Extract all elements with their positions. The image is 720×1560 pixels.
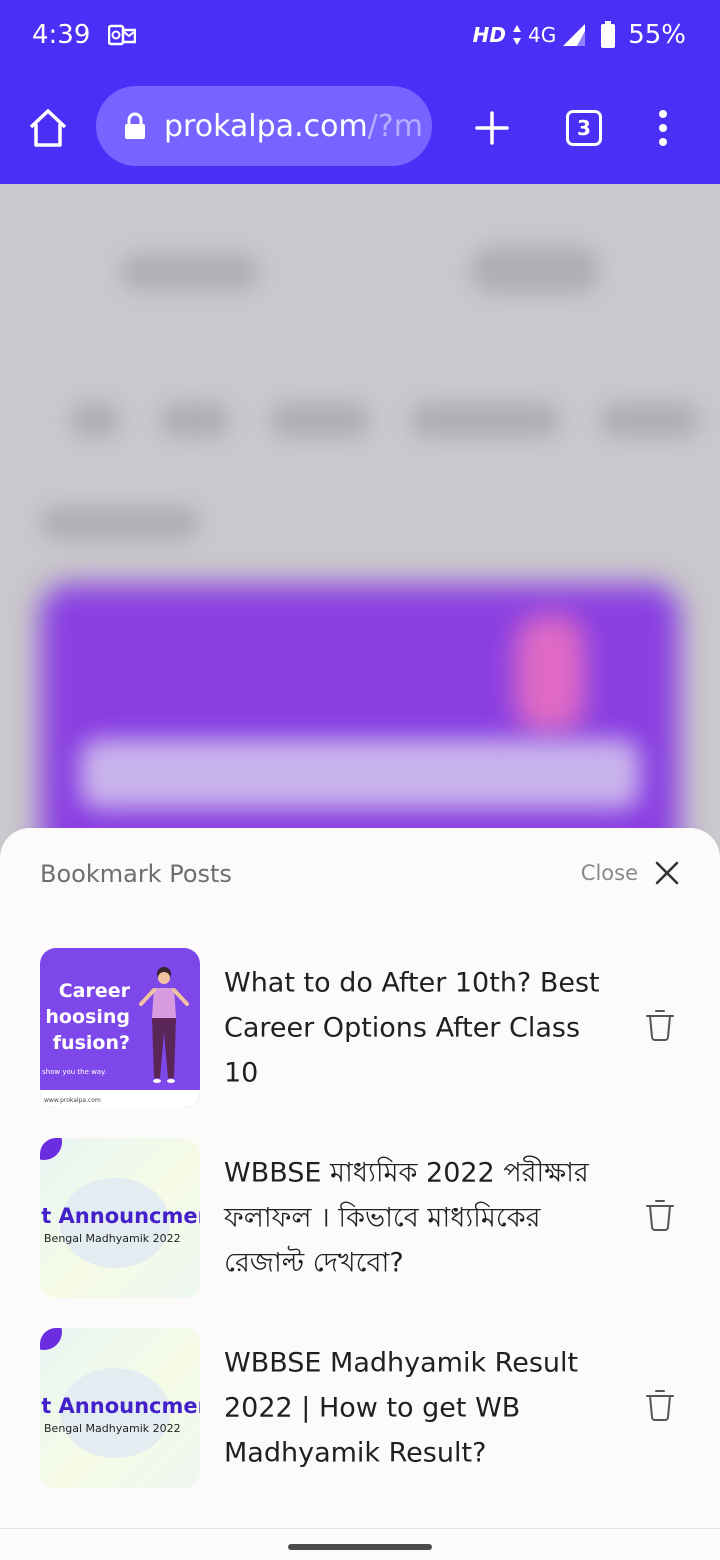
blurred-nav-item [160, 402, 230, 438]
tab-count: 3 [577, 116, 591, 140]
thumb-corner-shape [40, 1138, 62, 1160]
bookmark-thumbnail: lt Announcmer Bengal Madhyamik 2022 [40, 1328, 200, 1488]
blurred-card-strip [80, 739, 640, 809]
url-path: /?m [367, 108, 423, 144]
blurred-page-background [0, 184, 720, 884]
browser-toolbar: prokalpa.com/?m 3 [0, 72, 720, 184]
close-label: Close [580, 861, 638, 885]
trash-icon[interactable] [645, 1198, 675, 1232]
sheet-divider [0, 1528, 720, 1529]
bookmark-title[interactable]: WBBSE Madhyamik Result 2022 | How to get… [224, 1341, 614, 1476]
bookmark-item[interactable]: Career hoosing fusion? show you the way.… [40, 948, 680, 1108]
trash-icon[interactable] [645, 1008, 675, 1042]
thumb-subtext: Bengal Madhyamik 2022 [44, 1232, 181, 1245]
close-icon [655, 861, 679, 885]
bookmark-thumbnail: lt Announcmer Bengal Madhyamik 2022 [40, 1138, 200, 1298]
thumb-headline: Career hoosing fusion? [45, 980, 130, 1054]
woman-illustration [139, 967, 189, 1083]
thumb-url: www.prokalpa.com [44, 1097, 101, 1104]
blurred-nav-item [70, 402, 120, 438]
url-text: prokalpa.com/?m [164, 109, 423, 144]
status-bar: 4:39 HD 4G 55% [0, 0, 720, 72]
data-arrows-icon [512, 25, 521, 45]
sheet-title: Bookmark Posts [40, 860, 232, 888]
new-tab-icon[interactable] [474, 110, 510, 146]
signal-icon [563, 24, 586, 46]
blurred-logo [120, 254, 260, 290]
thumb-headline: lt Announcmer [40, 1394, 200, 1418]
address-bar[interactable]: prokalpa.com/?m [96, 86, 432, 166]
bookmark-item[interactable]: lt Announcmer Bengal Madhyamik 2022 WBBS… [40, 1138, 680, 1298]
bookmark-item[interactable]: lt Announcmer Bengal Madhyamik 2022 WBBS… [40, 1328, 680, 1488]
blurred-card-figure [515, 614, 585, 734]
blurred-nav-item [270, 402, 370, 438]
network-type: 4G [527, 23, 557, 47]
bookmark-sheet: Bookmark Posts Close Career hoosing fusi… [0, 828, 720, 1560]
tab-switcher-button[interactable]: 3 [566, 110, 602, 146]
blurred-nav-item [600, 402, 700, 438]
home-icon[interactable] [26, 106, 70, 150]
blurred-button [470, 246, 600, 294]
bookmark-thumbnail: Career hoosing fusion? show you the way.… [40, 948, 200, 1108]
status-indicators: HD 4G 55% [473, 20, 686, 50]
url-host: prokalpa.com [164, 108, 368, 144]
thumb-subtext: Bengal Madhyamik 2022 [44, 1422, 181, 1435]
thumb-subtext: show you the way. [42, 1068, 107, 1076]
outlook-notification-icon [108, 24, 136, 46]
hd-indicator: HD [472, 23, 506, 47]
battery-percent: 55% [628, 20, 686, 50]
status-time: 4:39 [32, 20, 91, 50]
bookmark-title[interactable]: What to do After 10th? Best Career Optio… [224, 961, 614, 1096]
more-menu-icon[interactable] [650, 108, 676, 148]
battery-icon [601, 21, 616, 48]
bookmark-title[interactable]: WBBSE মাধ্যমিক 2022 পরীক্ষার ফলাফল । কিভ… [224, 1151, 614, 1286]
gesture-nav-bar[interactable] [288, 1544, 432, 1550]
lock-icon [125, 112, 145, 139]
thumb-headline: lt Announcmer [40, 1204, 200, 1228]
blurred-heading [40, 506, 200, 540]
blurred-nav-item [410, 402, 560, 438]
close-button[interactable]: Close [581, 860, 680, 886]
thumb-corner-shape [40, 1328, 62, 1350]
trash-icon[interactable] [645, 1388, 675, 1422]
